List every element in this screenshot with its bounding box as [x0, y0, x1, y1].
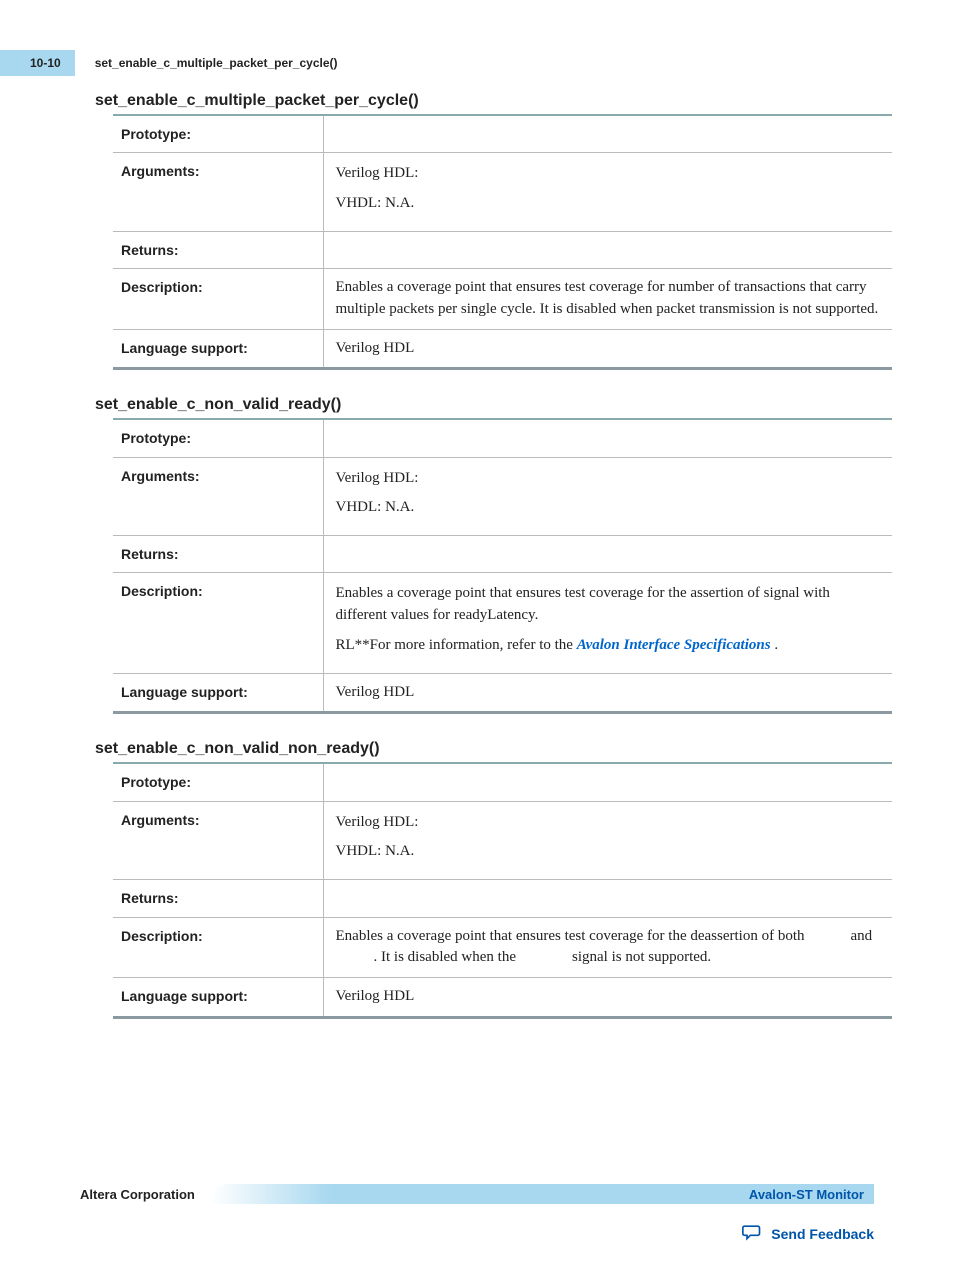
api-table: Prototype: Arguments: Verilog HDL: VHDL:…	[113, 418, 892, 714]
page-number: 10-10	[0, 50, 75, 76]
row-label: Description:	[113, 917, 323, 978]
section-heading: set_enable_c_non_valid_ready()	[95, 396, 874, 414]
table-row: Arguments: Verilog HDL: VHDL: N.A.	[113, 153, 892, 232]
text-line: VHDL: N.A.	[336, 497, 883, 519]
row-value: Verilog HDL: VHDL: N.A.	[323, 153, 892, 232]
row-value	[323, 536, 892, 573]
page-footer: Altera Corporation Avalon-ST Monitor Sen…	[0, 1184, 954, 1245]
row-label: Arguments:	[113, 153, 323, 232]
row-value: Verilog HDL	[323, 978, 892, 1018]
comment-icon	[741, 1222, 763, 1245]
row-value: Enables a coverage point that ensures te…	[323, 269, 892, 330]
row-label: Returns:	[113, 880, 323, 917]
table-row: Language support: Verilog HDL	[113, 978, 892, 1018]
table-row: Language support: Verilog HDL	[113, 329, 892, 369]
row-label: Description:	[113, 269, 323, 330]
table-row: Description: Enables a coverage point th…	[113, 573, 892, 673]
doc-link[interactable]: Avalon Interface Specifications	[577, 637, 771, 653]
text-line: RL**For more information, refer to the A…	[336, 635, 883, 657]
row-label: Prototype:	[113, 115, 323, 153]
text-fragment: signal is not supported.	[572, 949, 711, 965]
row-label: Prototype:	[113, 763, 323, 801]
row-value: Verilog HDL: VHDL: N.A.	[323, 457, 892, 536]
table-row: Prototype:	[113, 115, 892, 153]
table-row: Returns:	[113, 536, 892, 573]
row-label: Language support:	[113, 329, 323, 369]
page-header: 10-10 set_enable_c_multiple_packet_per_c…	[0, 50, 954, 76]
row-value	[323, 880, 892, 917]
table-row: Arguments: Verilog HDL: VHDL: N.A.	[113, 801, 892, 880]
table-row: Prototype:	[113, 763, 892, 801]
footer-corporation: Altera Corporation	[80, 1187, 211, 1202]
page-content: set_enable_c_multiple_packet_per_cycle()…	[0, 76, 954, 1019]
table-row: Arguments: Verilog HDL: VHDL: N.A.	[113, 457, 892, 536]
row-value: Enables a coverage point that ensures te…	[323, 917, 892, 978]
row-value	[323, 419, 892, 457]
row-label: Returns:	[113, 536, 323, 573]
section-heading: set_enable_c_non_valid_non_ready()	[95, 740, 874, 758]
text-fragment: . It is disabled when the	[374, 949, 516, 965]
api-table: Prototype: Arguments: Verilog HDL: VHDL:…	[113, 114, 892, 370]
section-heading: set_enable_c_multiple_packet_per_cycle()	[95, 92, 874, 110]
row-label: Arguments:	[113, 457, 323, 536]
footer-section-title: Avalon-ST Monitor	[749, 1187, 864, 1202]
footer-bar: Altera Corporation Avalon-ST Monitor	[80, 1184, 874, 1204]
row-value	[323, 231, 892, 268]
text-line: Verilog HDL:	[336, 163, 883, 185]
text-fragment: and	[851, 928, 873, 944]
text-fragment: .	[771, 637, 779, 653]
send-feedback-link[interactable]: Send Feedback	[771, 1226, 874, 1242]
text-line: Enables a coverage point that ensures te…	[336, 583, 883, 627]
row-value	[323, 763, 892, 801]
row-value: Verilog HDL	[323, 673, 892, 713]
feedback-row: Send Feedback	[80, 1222, 874, 1245]
text-line: VHDL: N.A.	[336, 841, 883, 863]
table-row: Prototype:	[113, 419, 892, 457]
row-value	[323, 115, 892, 153]
row-label: Prototype:	[113, 419, 323, 457]
row-label: Arguments:	[113, 801, 323, 880]
row-label: Language support:	[113, 978, 323, 1018]
text-line: Verilog HDL:	[336, 812, 883, 834]
text-line: Verilog HDL:	[336, 468, 883, 490]
table-row: Description: Enables a coverage point th…	[113, 917, 892, 978]
row-label: Returns:	[113, 231, 323, 268]
row-value: Verilog HDL	[323, 329, 892, 369]
table-row: Description: Enables a coverage point th…	[113, 269, 892, 330]
footer-swoosh: Avalon-ST Monitor	[211, 1184, 874, 1204]
row-value: Verilog HDL: VHDL: N.A.	[323, 801, 892, 880]
table-row: Language support: Verilog HDL	[113, 673, 892, 713]
text-fragment: RL**For more information, refer to the	[336, 637, 577, 653]
row-label: Language support:	[113, 673, 323, 713]
text-line: VHDL: N.A.	[336, 193, 883, 215]
row-label: Description:	[113, 573, 323, 673]
row-value: Enables a coverage point that ensures te…	[323, 573, 892, 673]
text-fragment: Enables a coverage point that ensures te…	[336, 928, 805, 944]
table-row: Returns:	[113, 880, 892, 917]
table-row: Returns:	[113, 231, 892, 268]
api-table: Prototype: Arguments: Verilog HDL: VHDL:…	[113, 762, 892, 1018]
running-title: set_enable_c_multiple_packet_per_cycle()	[95, 56, 338, 70]
